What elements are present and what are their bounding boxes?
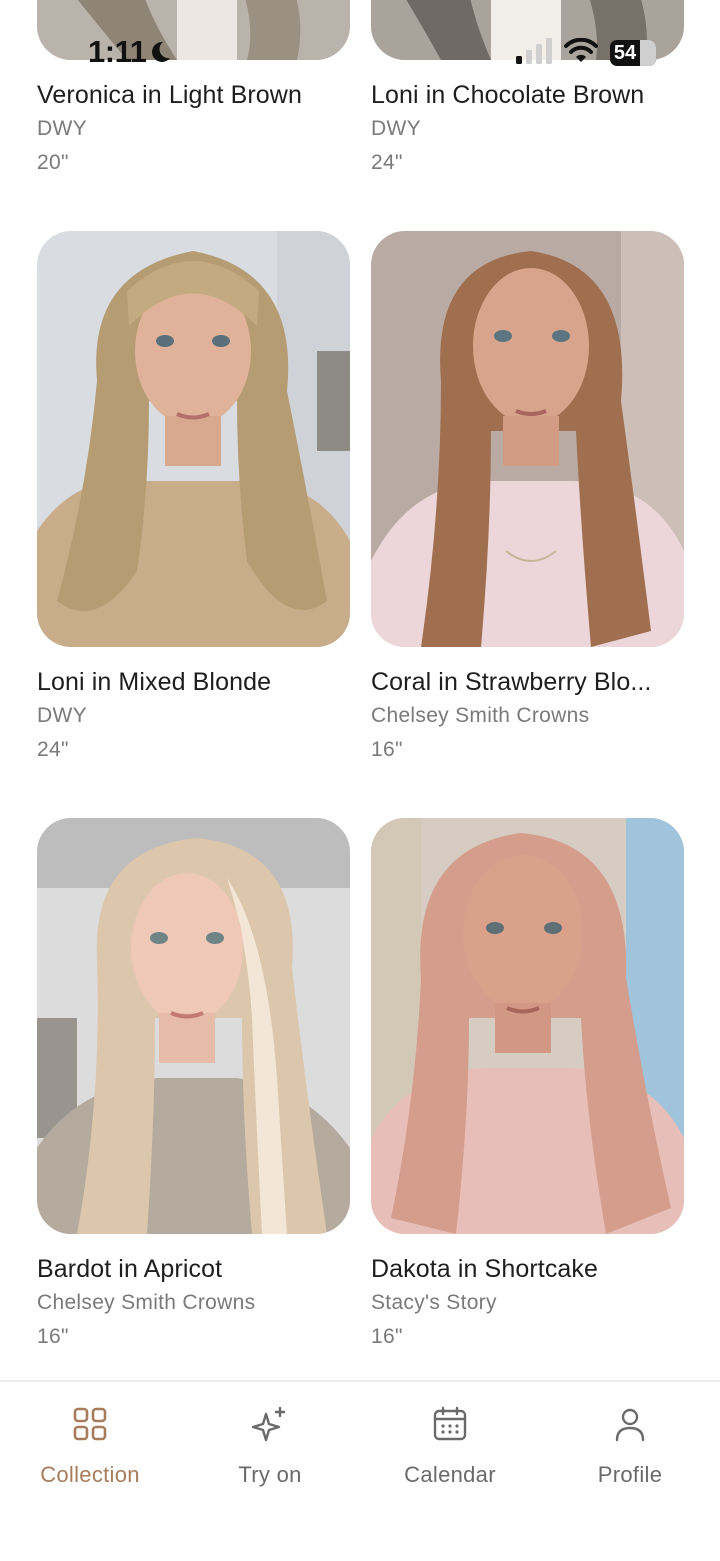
- product-title: Bardot in Apricot: [37, 1255, 223, 1283]
- grid-icon: [73, 1407, 107, 1441]
- product-length: 20": [37, 151, 69, 174]
- tab-label: Calendar: [404, 1462, 496, 1487]
- tab-calendar[interactable]: Calendar: [360, 1404, 540, 1504]
- product-length: 24": [37, 738, 69, 761]
- product-brand: DWY: [371, 117, 421, 140]
- tab-label: Collection: [40, 1462, 140, 1487]
- tab-profile[interactable]: Profile: [540, 1404, 720, 1504]
- product-photo[interactable]: [37, 0, 350, 60]
- product-title: Loni in Mixed Blonde: [37, 668, 272, 696]
- product-brand: DWY: [37, 117, 87, 140]
- bottom-nav: Collection Try on Calendar Profile: [0, 1380, 720, 1561]
- tab-collection[interactable]: Collection: [0, 1404, 180, 1504]
- tab-try-on[interactable]: Try on: [180, 1404, 360, 1504]
- product-photo[interactable]: [37, 231, 350, 647]
- product-title: Veronica in Light Brown: [37, 81, 302, 109]
- tab-label: Try on: [238, 1462, 302, 1487]
- product-title: Dakota in Shortcake: [371, 1255, 599, 1283]
- product-brand: DWY: [37, 704, 87, 727]
- product-length: 16": [371, 1325, 403, 1348]
- product-title: Loni in Chocolate Brown: [371, 81, 645, 109]
- product-photo[interactable]: [371, 818, 684, 1234]
- product-brand: Chelsey Smith Crowns: [371, 704, 590, 727]
- product-title: Coral in Strawberry Blo...: [371, 668, 652, 696]
- product-brand: Chelsey Smith Crowns: [37, 1291, 256, 1314]
- product-photo[interactable]: [37, 818, 350, 1234]
- product-photo[interactable]: [371, 231, 684, 647]
- product-photo[interactable]: [371, 0, 684, 60]
- calendar-icon: [433, 1406, 467, 1441]
- user-icon: [615, 1408, 645, 1442]
- product-brand: Stacy's Story: [371, 1291, 497, 1314]
- product-length: 24": [371, 151, 403, 174]
- product-length: 16": [371, 738, 403, 761]
- tab-label: Profile: [597, 1462, 663, 1487]
- product-length: 16": [37, 1325, 69, 1348]
- sparkles-icon: [252, 1406, 286, 1442]
